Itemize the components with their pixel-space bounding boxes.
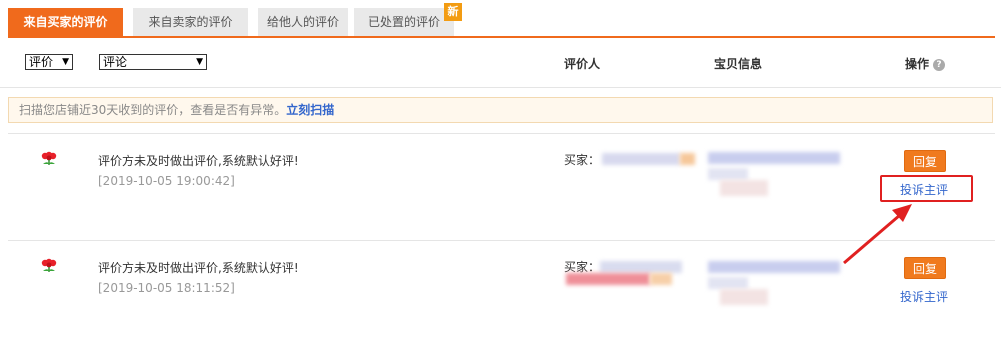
review-time: [2019-10-05 18:11:52] <box>98 281 235 295</box>
help-icon[interactable]: ? <box>933 58 946 71</box>
tab-from-buyers[interactable]: 来自买家的评价 <box>8 8 123 37</box>
reply-button[interactable]: 回复 <box>904 257 946 279</box>
highlight-box-annotation <box>880 175 973 202</box>
actions-label: 操作 <box>905 57 930 71</box>
item-title-blurred <box>708 152 840 164</box>
item-price-blurred <box>720 289 768 305</box>
rating-filter-label: 评价 <box>29 55 54 69</box>
item-price-blurred <box>720 180 768 196</box>
review-text: 评价方未及时做出评价,系统默认好评! <box>98 261 299 275</box>
scan-now-link[interactable]: 立刻扫描 <box>286 103 334 117</box>
scan-notice-text: 扫描您店铺近30天收到的评价，查看是否有异常。 <box>19 103 287 117</box>
review-row: 评价方未及时做出评价,系统默认好评! [2019-10-05 19:00:42]… <box>0 134 1001 234</box>
rating-filter-select[interactable]: 评价 ▼ <box>25 54 73 70</box>
tab-from-sellers[interactable]: 来自卖家的评价 <box>133 8 248 37</box>
column-header-reviewer: 评价人 <box>564 57 601 71</box>
buyer-badge-blurred <box>650 273 672 285</box>
complain-link[interactable]: 投诉主评 <box>900 288 948 305</box>
buyer-name-blurred <box>602 153 680 165</box>
tab-handled[interactable]: 已处置的评价 <box>354 8 454 37</box>
dropdown-arrow-icon: ▼ <box>196 57 203 67</box>
buyer-label: 买家： <box>564 153 601 167</box>
scan-notice: 扫描您店铺近30天收到的评价，查看是否有异常。立刻扫描 <box>8 97 993 123</box>
column-header-actions: 操作? <box>905 55 946 72</box>
item-title-blurred <box>708 261 840 273</box>
column-header-item-info: 宝贝信息 <box>714 57 763 71</box>
comment-filter-label: 评论 <box>103 55 128 69</box>
dropdown-arrow-icon: ▼ <box>62 57 69 67</box>
item-title-blurred <box>708 277 748 289</box>
reply-button[interactable]: 回复 <box>904 150 946 172</box>
item-title-blurred <box>708 168 748 180</box>
comment-filter-select[interactable]: 评论 ▼ <box>99 54 207 70</box>
flower-icon <box>41 258 57 272</box>
review-time: [2019-10-05 19:00:42] <box>98 174 235 188</box>
buyer-badge-blurred <box>680 153 695 165</box>
buyer-name-blurred <box>600 261 682 273</box>
review-row: 评价方未及时做出评价,系统默认好评! [2019-10-05 18:11:52]… <box>0 241 1001 341</box>
new-badge: 新 <box>444 3 462 21</box>
review-tabs: 来自买家的评价 来自卖家的评价 给他人的评价 已处置的评价 <box>8 8 995 37</box>
tab-to-others[interactable]: 给他人的评价 <box>258 8 348 37</box>
review-text: 评价方未及时做出评价,系统默认好评! <box>98 154 299 168</box>
list-header: 评价 ▼ 评论 ▼ 评价人 宝贝信息 操作? <box>0 38 1001 88</box>
buyer-tag-blurred <box>566 273 650 285</box>
flower-icon <box>41 151 57 165</box>
